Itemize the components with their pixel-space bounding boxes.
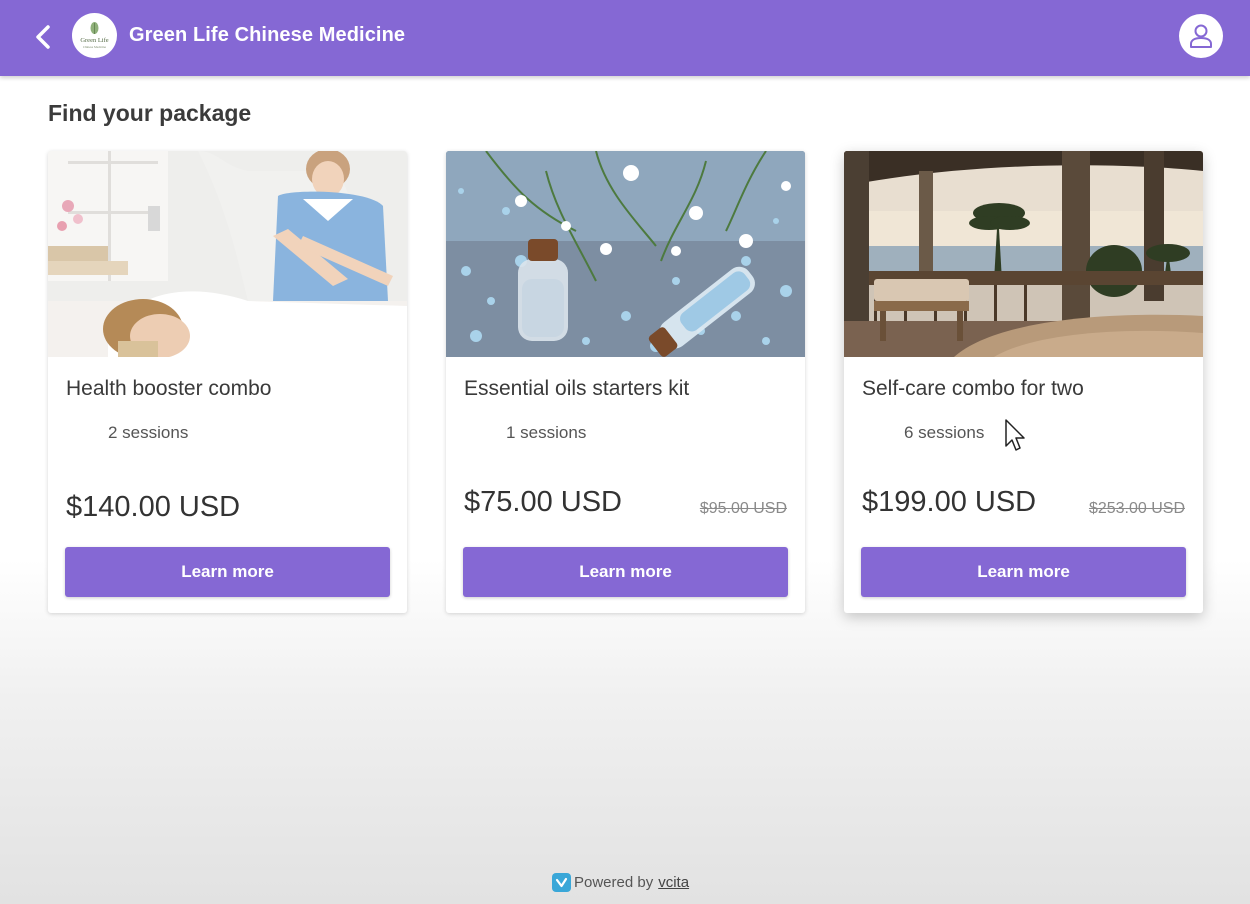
learn-more-button[interactable]: Learn more: [463, 547, 788, 597]
logo-text-primary: Green Life: [80, 37, 108, 44]
package-image: [446, 151, 805, 357]
powered-by-footer: Powered by vcita: [552, 872, 689, 892]
vcita-logo-icon: [552, 872, 571, 892]
package-sessions: 2 sessions: [108, 423, 189, 442]
mouse-cursor-icon: [1005, 419, 1025, 451]
package-image: [844, 151, 1203, 357]
package-sessions: 6 sessions: [904, 423, 985, 442]
vcita-link[interactable]: vcita: [658, 874, 689, 891]
package-card[interactable]: Self-care combo for two 6 sessions $199.…: [844, 151, 1203, 613]
package-card[interactable]: Health booster combo 2 sessions $140.00 …: [48, 151, 407, 613]
package-price: $199.00 USD: [862, 486, 1037, 518]
package-card[interactable]: Essential oils starters kit 1 sessions $…: [446, 151, 805, 613]
package-name: Essential oils starters kit: [464, 377, 690, 400]
learn-more-button[interactable]: Learn more: [65, 547, 390, 597]
package-sessions: 1 sessions: [506, 423, 587, 442]
package-name: Health booster combo: [66, 377, 272, 400]
profile-button[interactable]: [1179, 14, 1223, 58]
brand-logo: Green Life Chinese Medicine: [72, 13, 117, 58]
app-header: Green Life Chinese Medicine Green Life C…: [0, 0, 1250, 76]
brand-name: Green Life Chinese Medicine: [129, 24, 406, 46]
powered-by-label: Powered by: [574, 873, 654, 891]
chevron-left-icon: [36, 25, 50, 49]
package-price: $140.00 USD: [66, 491, 241, 523]
package-price: $75.00 USD: [464, 486, 622, 518]
logo-text-secondary: Chinese Medicine: [83, 45, 107, 49]
package-original-price: $253.00 USD: [1088, 500, 1185, 517]
package-name: Self-care combo for two: [862, 377, 1084, 400]
user-icon: [1190, 24, 1212, 48]
package-original-price: $95.00 USD: [699, 500, 787, 517]
learn-more-button[interactable]: Learn more: [861, 547, 1186, 597]
package-image: [48, 151, 407, 357]
back-button[interactable]: [28, 20, 58, 54]
page-title: Find your package: [48, 100, 252, 126]
